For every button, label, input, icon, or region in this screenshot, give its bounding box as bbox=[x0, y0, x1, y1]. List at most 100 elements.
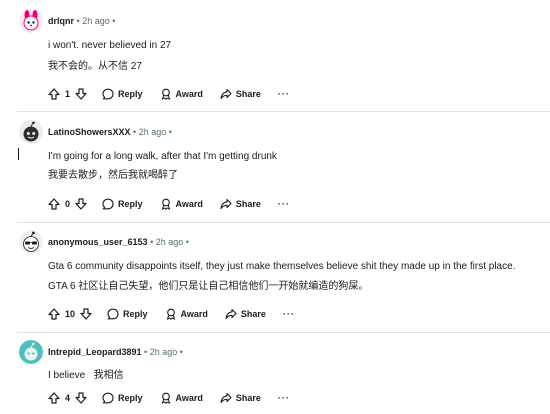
share-label: Share bbox=[235, 393, 261, 403]
share-icon bbox=[220, 392, 232, 404]
comment-body-line: Gta 6 community disappoints itself, they… bbox=[48, 261, 516, 272]
award-icon bbox=[161, 198, 170, 210]
reply-icon bbox=[107, 308, 119, 320]
share-button[interactable]: Share bbox=[225, 308, 266, 320]
share-icon bbox=[220, 198, 232, 210]
divider bbox=[17, 222, 550, 223]
separator-dot: • bbox=[144, 347, 148, 357]
vote-control: 4 bbox=[48, 392, 87, 404]
share-icon bbox=[220, 88, 232, 100]
reply-button[interactable]: Reply bbox=[102, 392, 143, 404]
timestamp[interactable]: 2h ago bbox=[139, 127, 167, 137]
award-label: Award bbox=[175, 393, 203, 403]
downvote-icon[interactable] bbox=[75, 88, 87, 100]
username[interactable]: drlqnr bbox=[48, 16, 74, 26]
reply-button[interactable]: Reply bbox=[102, 88, 143, 100]
share-button[interactable]: Share bbox=[220, 88, 261, 100]
vote-control: 1 bbox=[48, 88, 87, 100]
comment-body-line: 我不会的。从不信 27 bbox=[48, 61, 142, 72]
avatar[interactable] bbox=[19, 230, 43, 254]
award-label: Award bbox=[175, 89, 203, 99]
more-options-button[interactable]: ··· bbox=[278, 89, 290, 99]
separator-dot: • bbox=[185, 237, 189, 247]
username[interactable]: Intrepid_Leopard3891 bbox=[48, 347, 142, 357]
award-icon bbox=[161, 88, 170, 100]
upvote-icon[interactable] bbox=[48, 198, 60, 210]
meta-separator: • bbox=[180, 347, 183, 357]
award-icon bbox=[161, 392, 170, 404]
username[interactable]: LatinoShowersXXX bbox=[48, 127, 131, 137]
separator-dot: • bbox=[112, 16, 116, 26]
vote-count: 0 bbox=[65, 199, 71, 209]
downvote-icon[interactable] bbox=[75, 198, 87, 210]
vote-count: 1 bbox=[65, 89, 71, 99]
upvote-icon[interactable] bbox=[48, 392, 60, 404]
separator-dot: • bbox=[150, 237, 154, 247]
upvote-icon[interactable] bbox=[48, 308, 60, 320]
avatar[interactable] bbox=[19, 340, 43, 364]
timestamp[interactable]: 2h ago bbox=[156, 237, 184, 247]
share-button[interactable]: Share bbox=[220, 198, 261, 210]
share-button[interactable]: Share bbox=[220, 392, 261, 404]
comment-body-line: GTA 6 社区让自己失望，他们只是让自己相信他们一开始就编造的狗屎。 bbox=[48, 281, 369, 292]
more-options-button[interactable]: ··· bbox=[278, 393, 290, 403]
reply-icon bbox=[102, 392, 114, 404]
reply-icon bbox=[102, 198, 114, 210]
award-icon bbox=[166, 308, 175, 320]
more-options-button[interactable]: ··· bbox=[283, 309, 295, 319]
vote-count: 4 bbox=[65, 393, 71, 403]
avatar[interactable] bbox=[19, 120, 43, 144]
divider bbox=[17, 111, 550, 112]
comment-body-line: i won't. never believed in 27 bbox=[48, 40, 172, 51]
comment-body-line: I'm going for a long walk, after that I'… bbox=[48, 151, 277, 162]
award-button[interactable]: Award bbox=[160, 198, 203, 210]
text-cursor bbox=[18, 148, 19, 160]
meta-separator: • bbox=[112, 16, 115, 26]
teal-snoo-avatar-icon bbox=[19, 340, 43, 364]
comment-actions: 10 Reply Award Share ··· bbox=[48, 306, 295, 322]
comment-header: drlqnr • 2h ago • bbox=[48, 15, 115, 27]
avatar[interactable] bbox=[19, 9, 43, 33]
pink-bunny-avatar-icon bbox=[19, 9, 43, 33]
reply-label: Reply bbox=[118, 89, 143, 99]
share-label: Share bbox=[235, 89, 261, 99]
downvote-icon[interactable] bbox=[75, 392, 87, 404]
reply-button[interactable]: Reply bbox=[107, 308, 148, 320]
meta-separator: • bbox=[186, 237, 189, 247]
award-button[interactable]: Award bbox=[160, 88, 203, 100]
reply-icon bbox=[102, 88, 114, 100]
award-label: Award bbox=[180, 309, 208, 319]
black-snoo-avatar-icon bbox=[19, 120, 43, 144]
more-options-button[interactable]: ··· bbox=[278, 199, 290, 209]
award-label: Award bbox=[175, 199, 203, 209]
award-button[interactable]: Award bbox=[165, 308, 208, 320]
comment-feed: drlqnr • 2h ago • i won't. never believe… bbox=[0, 0, 550, 414]
downvote-icon[interactable] bbox=[80, 308, 92, 320]
reply-label: Reply bbox=[123, 309, 148, 319]
separator-dot: • bbox=[168, 127, 172, 137]
comment-body-line: 我要去散步，然后我就喝醉了 bbox=[48, 170, 178, 181]
comment-actions: 0 Reply Award Share ··· bbox=[48, 196, 290, 212]
vote-control: 10 bbox=[48, 308, 92, 320]
vote-control: 0 bbox=[48, 198, 87, 210]
divider bbox=[17, 332, 550, 333]
reply-label: Reply bbox=[118, 393, 143, 403]
comment-header: Intrepid_Leopard3891 • 2h ago • bbox=[48, 346, 183, 358]
comment-body-line: I believe 我相信 bbox=[48, 370, 124, 381]
separator-dot: • bbox=[179, 347, 183, 357]
username[interactable]: anonymous_user_6153 bbox=[48, 237, 148, 247]
share-label: Share bbox=[240, 309, 266, 319]
timestamp[interactable]: 2h ago bbox=[82, 16, 110, 26]
timestamp[interactable]: 2h ago bbox=[150, 347, 178, 357]
comment-actions: 1 Reply Award Share ··· bbox=[48, 86, 290, 102]
separator-dot: • bbox=[76, 16, 80, 26]
award-button[interactable]: Award bbox=[160, 392, 203, 404]
comment-header: LatinoShowersXXX • 2h ago • bbox=[48, 126, 172, 138]
comment-header: anonymous_user_6153 • 2h ago • bbox=[48, 236, 189, 248]
share-label: Share bbox=[235, 199, 261, 209]
sunglasses-snoo-avatar-icon bbox=[19, 230, 43, 254]
meta-separator: • bbox=[169, 127, 172, 137]
separator-dot: • bbox=[133, 127, 137, 137]
upvote-icon[interactable] bbox=[48, 88, 60, 100]
reply-button[interactable]: Reply bbox=[102, 198, 143, 210]
